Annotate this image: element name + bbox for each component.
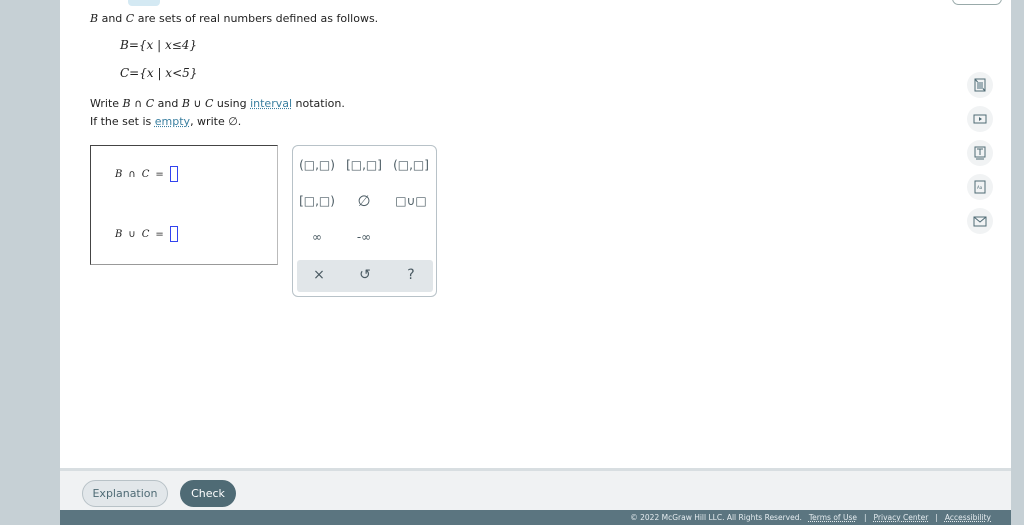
calculator-button[interactable] <box>967 72 993 98</box>
text: Write <box>90 97 123 110</box>
open-open-interval-key[interactable]: (□,□) <box>295 158 339 172</box>
equals: = <box>155 228 164 240</box>
intersection-row: B ∩ C = <box>115 166 178 182</box>
footer: © 2022 McGraw Hill LLC. All Rights Reser… <box>60 510 1011 525</box>
union-answer-input[interactable] <box>169 226 178 242</box>
intersection-symbol: ∩ <box>128 168 136 180</box>
var-c: C <box>141 168 150 180</box>
union-row: B ∪ C = <box>115 226 178 242</box>
message-button[interactable] <box>967 208 993 234</box>
equals: = <box>155 168 164 180</box>
video-icon <box>973 114 987 124</box>
text: notation. <box>292 97 345 110</box>
var-b: B <box>115 228 123 240</box>
math-keypad: (□,□) [□,□] (□,□] [□,□) ∅ □∪□ ∞ -∞ × ↺ ? <box>292 145 437 297</box>
explanation-button[interactable]: Explanation <box>82 480 168 507</box>
instruction-text: Write B ∩ C and B ∪ C using interval not… <box>90 97 345 110</box>
keypad-action-bar: × ↺ ? <box>297 260 433 292</box>
var-b: B <box>115 168 123 180</box>
infinity-key[interactable]: ∞ <box>295 230 339 244</box>
help-button[interactable]: ? <box>389 267 433 283</box>
var: B <box>122 97 131 110</box>
calculator-icon <box>974 78 986 92</box>
empty-link[interactable]: empty <box>155 115 190 128</box>
text: and <box>154 97 182 110</box>
undo-button[interactable]: ↺ <box>343 267 387 283</box>
open-closed-interval-key[interactable]: (□,□] <box>389 158 433 172</box>
main-panel: B and C are sets of real numbers defined… <box>60 0 1011 468</box>
empty-instruction: If the set is empty, write ∅. <box>90 115 241 128</box>
answer-box: B ∩ C = B ∪ C = <box>90 145 278 265</box>
union-symbol: ∪ <box>128 228 136 240</box>
copyright: © 2022 McGraw Hill LLC. All Rights Reser… <box>630 513 802 522</box>
var-b: B <box>90 12 99 25</box>
glossary-button[interactable]: Aa <box>967 174 993 200</box>
intro-text: B and C are sets of real numbers defined… <box>90 12 378 25</box>
set-b-definition: B={x | x≤4} <box>120 38 198 52</box>
textbook-icon <box>974 146 986 160</box>
clear-button[interactable]: × <box>297 267 341 283</box>
svg-text:Aa: Aa <box>977 185 983 190</box>
closed-closed-interval-key[interactable]: [□,□] <box>342 158 386 172</box>
text: , write ∅. <box>190 115 242 128</box>
textbook-button[interactable] <box>967 140 993 166</box>
var: C <box>145 97 155 110</box>
check-button[interactable]: Check <box>180 480 236 507</box>
privacy-link[interactable]: Privacy Center <box>874 513 929 522</box>
closed-open-interval-key[interactable]: [□,□) <box>295 194 339 208</box>
accessibility-link[interactable]: Accessibility <box>945 513 991 522</box>
var: B <box>181 97 190 110</box>
empty-set-key[interactable]: ∅ <box>342 192 386 210</box>
var-c: C <box>125 12 135 25</box>
set-c-definition: C={x | x<5} <box>120 66 198 80</box>
separator: | <box>935 513 938 522</box>
action-bar: Explanation Check <box>60 468 1011 510</box>
top-button-partial[interactable] <box>128 0 160 6</box>
video-button[interactable] <box>967 106 993 132</box>
negative-infinity-key[interactable]: -∞ <box>342 230 386 244</box>
interval-link[interactable]: interval <box>250 97 292 110</box>
language-button-partial[interactable] <box>952 0 1002 5</box>
text: are sets of real numbers defined as foll… <box>134 12 379 25</box>
text: If the set is <box>90 115 155 128</box>
terms-link[interactable]: Terms of Use <box>809 513 857 522</box>
glossary-icon: Aa <box>974 180 986 194</box>
union-key[interactable]: □∪□ <box>389 194 433 208</box>
text: ∩ <box>130 97 146 110</box>
intersection-answer-input[interactable] <box>169 166 178 182</box>
message-icon <box>973 216 987 227</box>
var-c: C <box>141 228 150 240</box>
text: and <box>98 12 126 25</box>
separator: | <box>863 513 867 522</box>
text: ∪ <box>189 97 205 110</box>
text: using <box>213 97 251 110</box>
